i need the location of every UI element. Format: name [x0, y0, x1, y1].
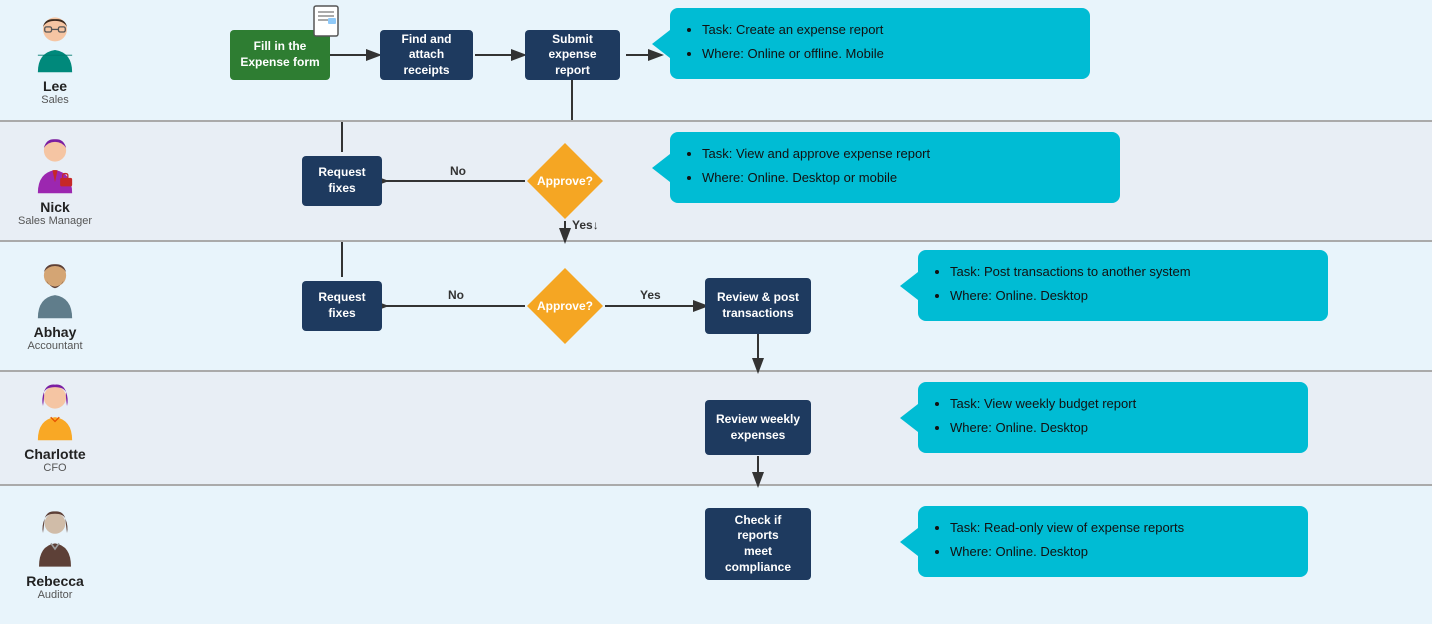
request-fixes-nick-box: Requestfixes: [302, 156, 382, 206]
review-post-box: Review & posttransactions: [705, 278, 811, 334]
charlotte-callout: Task: View weekly budget report Where: O…: [918, 382, 1308, 453]
review-weekly-box: Review weeklyexpenses: [705, 400, 811, 455]
abhay-flow: No Yes Requestfixes Approve? Review & po…: [110, 242, 1432, 370]
swimlane-nick: Nick Sales Manager: [0, 122, 1432, 242]
swimlane-rebecca: Rebecca Auditor Check ifreportsmeetcompl…: [0, 486, 1432, 624]
approve-diamond-abhay: Approve?: [525, 266, 605, 346]
actor-charlotte: Charlotte CFO: [0, 374, 110, 482]
receipt-icon: [310, 4, 342, 45]
charlotte-role: CFO: [43, 462, 66, 474]
diagram: Lee Sales Fill in the: [0, 0, 1432, 624]
actor-nick: Nick Sales Manager: [0, 127, 110, 235]
yes-label-nick: Yes↓: [572, 218, 599, 232]
submit-report-box: Submitexpense report: [525, 30, 620, 80]
lee-name: Lee: [43, 78, 67, 94]
rebecca-avatar-icon: [25, 509, 85, 569]
abhay-name: Abhay: [34, 324, 77, 340]
swimlane-charlotte: Charlotte CFO Review weeklyexpenses: [0, 372, 1432, 486]
actor-lee: Lee Sales: [0, 6, 110, 114]
lee-flow: Fill in the Expense form Find andattach …: [110, 0, 1432, 120]
lee-callout: Task: Create an expense report Where: On…: [670, 8, 1090, 79]
nick-avatar-icon: [25, 135, 85, 195]
charlotte-flow: Review weeklyexpenses Task: View weekly …: [110, 372, 1432, 484]
rebecca-name: Rebecca: [26, 573, 84, 589]
actor-abhay: Abhay Accountant: [0, 252, 110, 360]
rebecca-role: Auditor: [38, 589, 73, 601]
lee-role: Sales: [41, 94, 69, 106]
swimlane-lee: Lee Sales Fill in the: [0, 0, 1432, 122]
approve-diamond-nick: Approve?: [525, 141, 605, 221]
charlotte-avatar-icon: [25, 382, 85, 442]
abhay-role: Accountant: [27, 340, 82, 352]
request-fixes-abhay-box: Requestfixes: [302, 281, 382, 331]
nick-flow: No Yes↓ Requestfixes Approve? Task: View…: [110, 122, 1432, 240]
charlotte-name: Charlotte: [24, 446, 85, 462]
actor-rebecca: Rebecca Auditor: [0, 501, 110, 609]
check-compliance-box: Check ifreportsmeetcompliance: [705, 508, 811, 580]
no-label-nick: No: [450, 164, 466, 178]
lee-avatar-icon: [25, 14, 85, 74]
rebecca-flow: Check ifreportsmeetcompliance Task: Read…: [110, 486, 1432, 624]
attach-receipts-box: Find andattach receipts: [380, 30, 473, 80]
nick-role: Sales Manager: [18, 215, 92, 227]
swimlane-abhay: Abhay Accountant: [0, 242, 1432, 372]
abhay-callout: Task: Post transactions to another syste…: [918, 250, 1328, 321]
yes-label-abhay: Yes: [640, 288, 661, 302]
nick-name: Nick: [40, 199, 70, 215]
nick-callout: Task: View and approve expense report Wh…: [670, 132, 1120, 203]
abhay-avatar-icon: [25, 260, 85, 320]
rebecca-callout: Task: Read-only view of expense reports …: [918, 506, 1308, 577]
no-label-abhay: No: [448, 288, 464, 302]
